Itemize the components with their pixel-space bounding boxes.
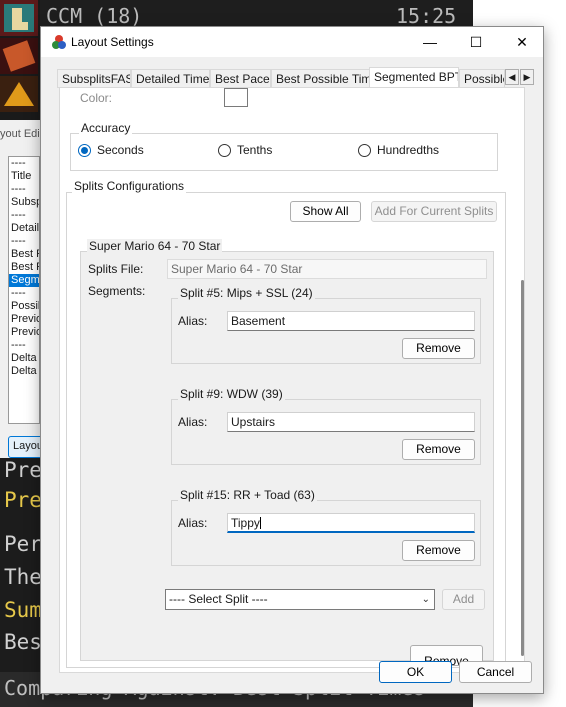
tenths-radio[interactable]: [218, 144, 231, 157]
tab-segmented-bpt[interactable]: Segmented BPT: [369, 67, 459, 88]
split-icon-2: [0, 76, 38, 112]
seconds-label[interactable]: Seconds: [97, 143, 144, 157]
background-line: Per: [4, 532, 42, 556]
layout-component-list[interactable]: ----Title----Subsp----Detail----Best PBe…: [8, 156, 40, 424]
tab-best-possible-time[interactable]: Best Possible Time: [271, 69, 371, 88]
alias-label: Alias:: [178, 516, 208, 530]
layout-component-item[interactable]: Best P: [9, 261, 39, 274]
hundredths-label[interactable]: Hundredths: [377, 143, 439, 157]
segment-title: Split #9: WDW (39): [178, 387, 285, 401]
background-run-title: CCM (18): [46, 4, 143, 28]
splits-configurations-legend: Splits Configurations: [72, 179, 187, 193]
hundredths-radio[interactable]: [358, 144, 371, 157]
add-split-button[interactable]: Add: [442, 589, 485, 610]
alias-text: Tippy: [231, 516, 260, 530]
background-timer: 15:25: [396, 4, 457, 28]
alias-label: Alias:: [178, 415, 208, 429]
tenths-label[interactable]: Tenths: [237, 143, 272, 157]
background-line: Sum: [4, 598, 42, 622]
dialog-titlebar: Layout Settings — ☐ ✕: [41, 27, 543, 57]
layout-component-item[interactable]: Delta: [9, 365, 39, 378]
game-legend: Super Mario 64 - 70 Star: [87, 239, 223, 253]
background-line: The: [4, 565, 42, 589]
layout-component-item[interactable]: Detail: [9, 222, 39, 235]
select-split-value: ---- Select Split ----: [169, 592, 268, 606]
ok-button[interactable]: OK: [379, 661, 452, 683]
tab-possible[interactable]: Possible: [459, 69, 505, 88]
remove-segment-button[interactable]: Remove: [402, 338, 475, 359]
layout-component-item[interactable]: Previo: [9, 313, 39, 326]
segments-label: Segments:: [88, 284, 146, 298]
split-icon-1: [0, 38, 38, 74]
remove-segment-button[interactable]: Remove: [402, 439, 475, 460]
layout-component-item[interactable]: Best P: [9, 248, 39, 261]
layout-component-item[interactable]: Segme: [9, 274, 39, 287]
color-label: Color:: [80, 91, 113, 105]
alias-input-focused[interactable]: Tippy: [227, 513, 475, 533]
layout-editor-title: yout Edi: [0, 128, 40, 140]
close-button[interactable]: ✕: [499, 27, 545, 57]
layout-component-item[interactable]: Delta: [9, 352, 39, 365]
select-split-dropdown[interactable]: ---- Select Split ---- ⌄: [165, 589, 435, 610]
text-cursor: [259, 517, 261, 529]
alias-label: Alias:: [178, 314, 208, 328]
dialog-title: Layout Settings: [71, 35, 154, 49]
game-icon: [0, 0, 38, 36]
layout-component-item[interactable]: Possib: [9, 300, 39, 313]
layout-component-item[interactable]: Title: [9, 170, 39, 183]
alias-input[interactable]: Basement: [227, 311, 475, 331]
tab-subsplitsfas[interactable]: SubsplitsFAS: [57, 69, 131, 88]
show-all-button[interactable]: Show All: [290, 201, 361, 222]
segment-title: Split #5: Mips + SSL (24): [178, 286, 315, 300]
layout-component-item[interactable]: Subsp: [9, 196, 39, 209]
background-line: Bes: [4, 630, 42, 654]
splits-file-field[interactable]: Super Mario 64 - 70 Star: [167, 259, 487, 279]
tab-scroll-left-icon[interactable]: ◀: [505, 69, 519, 85]
color-swatch-button[interactable]: [224, 88, 248, 107]
panel-scrollbar[interactable]: [521, 280, 524, 656]
livesplit-app-icon: [52, 35, 66, 49]
layout-component-item[interactable]: ----: [9, 183, 39, 196]
tab-scroll-right-icon[interactable]: ▶: [520, 69, 534, 85]
minimize-button[interactable]: —: [407, 27, 453, 57]
segment-title: Split #15: RR + Toad (63): [178, 488, 317, 502]
layout-component-item[interactable]: ----: [9, 287, 39, 300]
cancel-button[interactable]: Cancel: [459, 661, 532, 683]
alias-input[interactable]: Upstairs: [227, 412, 475, 432]
layout-component-item[interactable]: ----: [9, 339, 39, 352]
remove-segment-button[interactable]: Remove: [402, 540, 475, 561]
layout-component-item[interactable]: ----: [9, 157, 39, 170]
maximize-button[interactable]: ☐: [453, 27, 499, 57]
chevron-down-icon: ⌄: [421, 594, 430, 605]
background-line: Pre: [4, 488, 42, 512]
tab-detailed-timer[interactable]: Detailed Timer: [131, 69, 210, 88]
splits-file-label: Splits File:: [88, 262, 144, 276]
layout-component-item[interactable]: ----: [9, 209, 39, 222]
segmented-bpt-panel: Color: Accuracy Seconds Tenths Hundredth…: [59, 87, 525, 673]
add-for-current-splits-button[interactable]: Add For Current Splits: [371, 201, 497, 222]
layout-settings-dialog: Layout Settings — ☐ ✕ SubsplitsFAS Detai…: [40, 26, 544, 694]
accuracy-legend: Accuracy: [79, 121, 133, 135]
layout-component-item[interactable]: ----: [9, 235, 39, 248]
background-line: Pre: [4, 458, 42, 482]
settings-tab-strip: SubsplitsFAS Detailed Timer Best Pace Be…: [57, 67, 534, 88]
tab-best-pace[interactable]: Best Pace: [210, 69, 271, 88]
seconds-radio[interactable]: [78, 144, 91, 157]
layout-component-item[interactable]: Previo: [9, 326, 39, 339]
